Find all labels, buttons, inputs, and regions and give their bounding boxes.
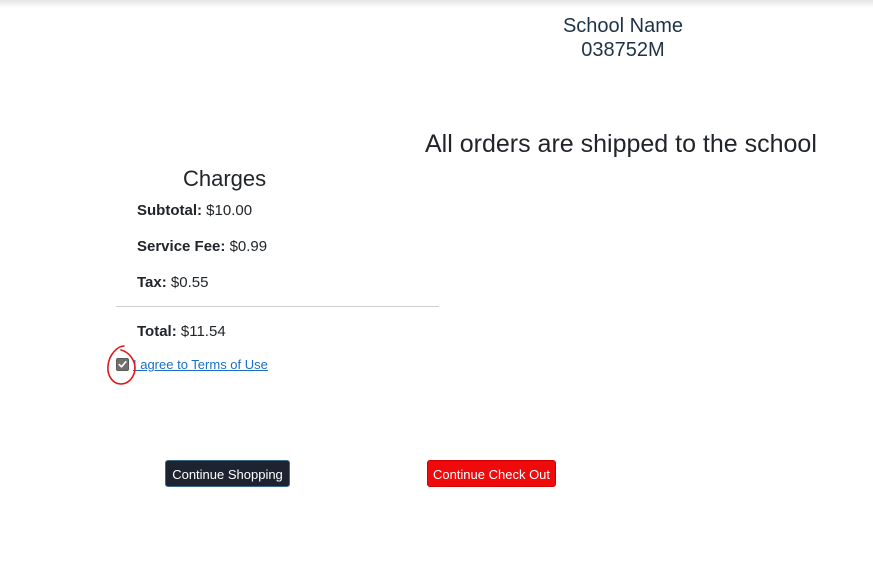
checkout-page: School Name 038752M All orders are shipp… [0, 0, 873, 566]
charges-divider [116, 306, 439, 307]
continue-checkout-button[interactable]: Continue Check Out [427, 460, 556, 487]
subtotal-label: Subtotal: [137, 202, 202, 219]
service-fee-value: $0.99 [229, 238, 268, 255]
school-name: School Name [562, 15, 684, 37]
total-line: Total: $11.54 [137, 323, 226, 340]
terms-of-use-link[interactable]: I agree to Terms of Use [133, 357, 268, 372]
total-label: Total: [137, 323, 177, 340]
service-fee-label: Service Fee: [137, 238, 226, 255]
service-fee-line: Service Fee: $0.99 [137, 238, 267, 255]
red-circle-annotation [107, 345, 136, 385]
total-value: $11.54 [180, 323, 226, 340]
school-header: School Name 038752M [545, 14, 701, 62]
school-code: 038752M [581, 39, 665, 61]
tax-value: $0.55 [170, 274, 209, 291]
charges-title: Charges [183, 166, 267, 191]
subtotal-line: Subtotal: $10.00 [137, 202, 252, 219]
subtotal-value: $10.00 [206, 202, 253, 219]
continue-shopping-button[interactable]: Continue Shopping [165, 460, 290, 487]
tax-label: Tax: [137, 274, 167, 291]
top-shadow [0, 0, 873, 8]
shipping-note: All orders are shipped to the school [425, 130, 817, 158]
tax-line: Tax: $0.55 [137, 274, 208, 291]
